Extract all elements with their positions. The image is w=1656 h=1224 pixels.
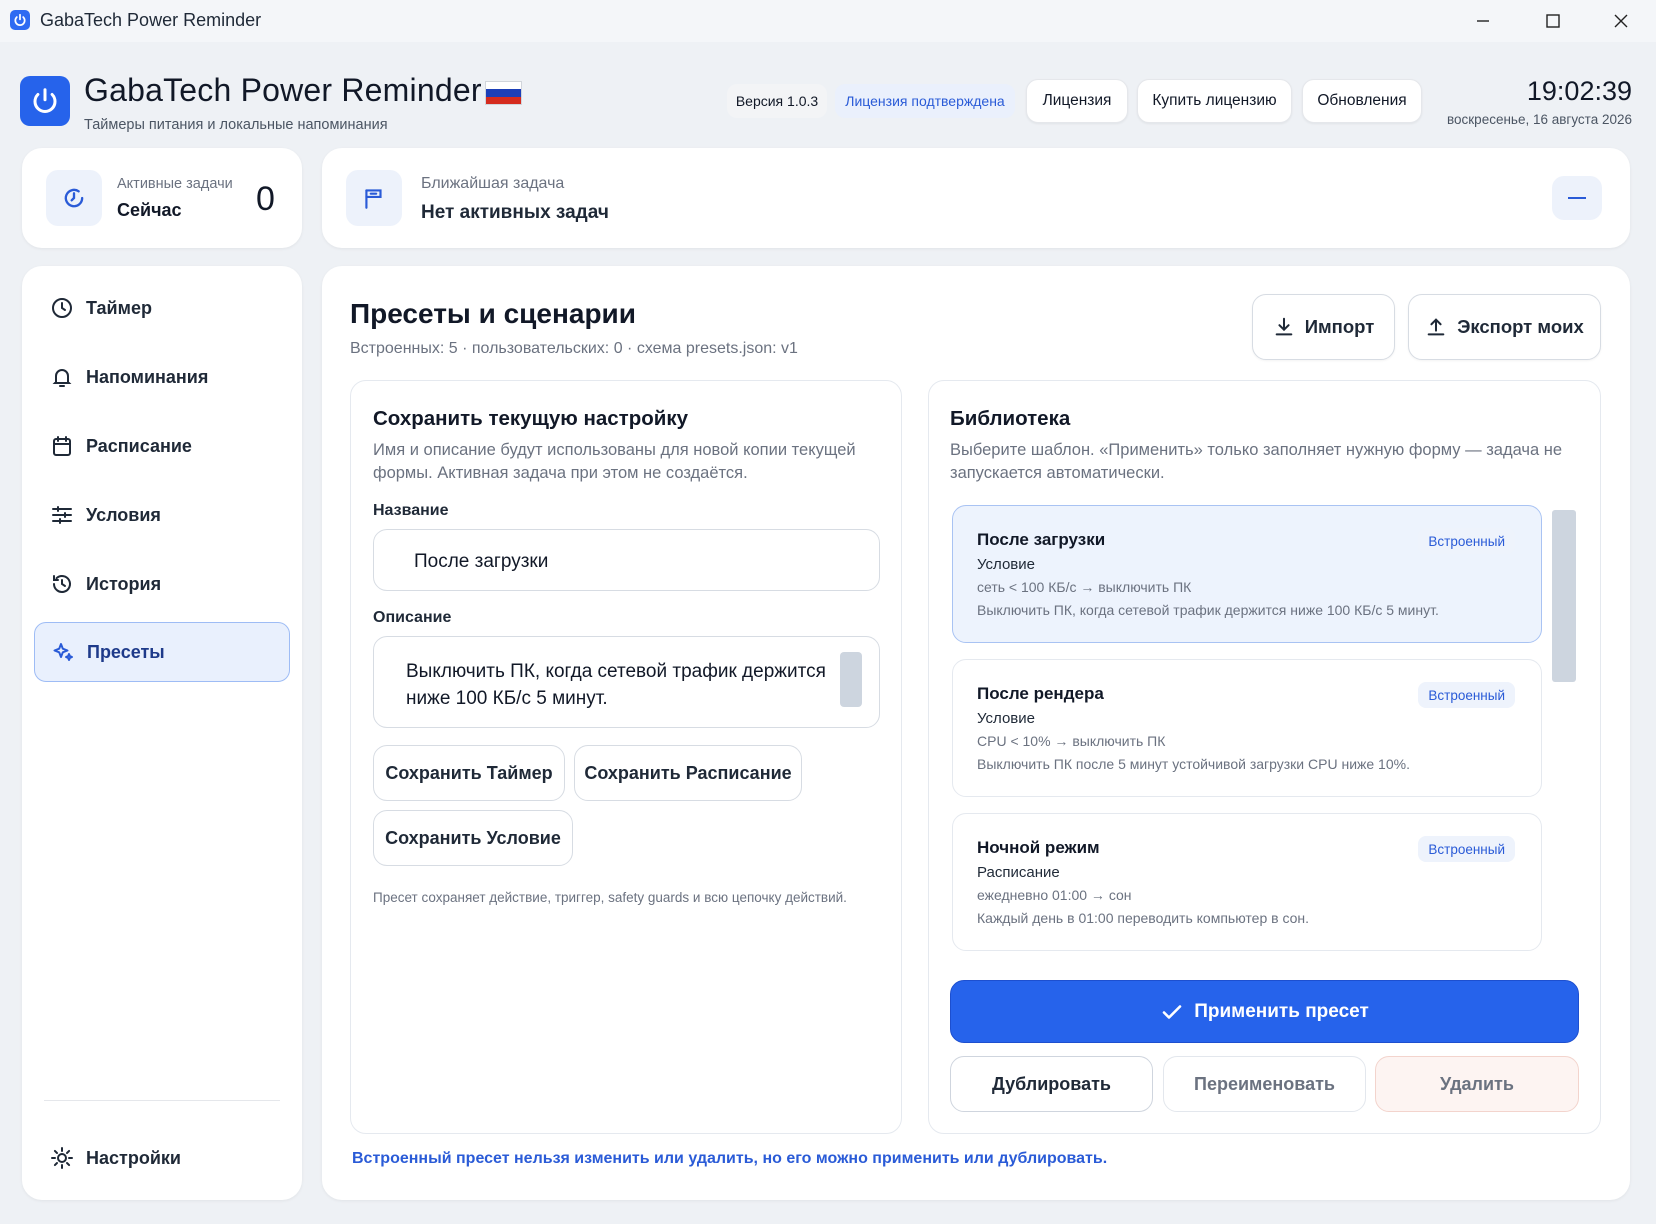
close-button[interactable] [1586, 0, 1656, 42]
sidebar-divider [44, 1100, 280, 1101]
preset-desc: Каждый день в 01:00 переводить компьютер… [977, 910, 1310, 926]
updates-button[interactable]: Обновления [1302, 79, 1422, 123]
upload-icon [1427, 318, 1445, 336]
buy-license-button[interactable]: Купить лицензию [1137, 79, 1292, 123]
name-label: Название [373, 502, 449, 519]
preset-card[interactable]: После рендера Условие CPU < 10% → выключ… [952, 659, 1542, 797]
license-status-badge: Лицензия подтверждена [835, 84, 1015, 118]
clock: 19:02:39 [1526, 76, 1632, 106]
save-note: Пресет сохраняет действие, триггер, safe… [373, 890, 847, 905]
rename-button[interactable]: Переименовать [1163, 1056, 1366, 1112]
save-timer-button[interactable]: Сохранить Таймер [373, 745, 565, 801]
calendar-icon [53, 436, 71, 456]
app-title: GabaTech Power Reminder [84, 72, 482, 108]
timer-icon [46, 170, 102, 226]
sidebar-item-presets[interactable]: Пресеты [34, 622, 290, 682]
next-task-value: Нет активных задач [421, 202, 609, 223]
active-tasks-label: Активные задачи [117, 176, 233, 192]
builtin-badge: Встроенный [1418, 836, 1515, 862]
import-button[interactable]: Импорт [1252, 294, 1395, 360]
gear-icon [51, 1147, 73, 1169]
library-title: Библиотека [950, 407, 1071, 430]
sidebar: Таймер Напоминания Расписание Условия Ис… [22, 266, 302, 1200]
sidebar-item-conditions[interactable]: Условия [34, 485, 290, 545]
sidebar-item-label: Таймер [86, 297, 152, 318]
sidebar-item-label: Расписание [86, 435, 192, 456]
flag-icon [346, 170, 402, 226]
import-label: Импорт [1304, 316, 1375, 337]
active-tasks-card: Активные задачи Сейчас 0 [22, 148, 302, 248]
sidebar-item-label: Пресеты [87, 641, 165, 662]
description-textarea[interactable]: Выключить ПК, когда сетевой трафик держи… [373, 636, 880, 728]
apply-preset-label: Применить пресет [1194, 1000, 1369, 1022]
name-input[interactable]: После загрузки [373, 529, 880, 591]
builtin-badge: Встроенный [1418, 528, 1515, 554]
preset-kind: Расписание [977, 864, 1060, 881]
preset-desc: Выключить ПК, когда сетевой трафик держи… [977, 602, 1439, 618]
minimize-button[interactable] [1448, 0, 1518, 42]
next-task-label: Ближайшая задача [421, 175, 565, 192]
next-task-card: Ближайшая задача Нет активных задач [322, 148, 1630, 248]
preset-card[interactable]: Ночной режим Расписание ежедневно 01:00 … [952, 813, 1542, 951]
builtin-footnote: Встроенный пресет нельзя изменить или уд… [352, 1150, 1108, 1167]
active-tasks-count: 0 [256, 180, 275, 218]
sidebar-item-label: Условия [86, 504, 161, 525]
sidebar-item-label: Настройки [86, 1147, 181, 1168]
library-desc: Выберите шаблон. «Применить» только запо… [950, 441, 1563, 482]
sidebar-item-reminders[interactable]: Напоминания [34, 347, 290, 407]
license-button[interactable]: Лицензия [1026, 79, 1128, 123]
save-panel-title: Сохранить текущую настройку [373, 407, 688, 430]
maximize-button[interactable] [1518, 0, 1588, 42]
apply-preset-button[interactable]: Применить пресет [950, 980, 1579, 1043]
preset-desc: Выключить ПК после 5 минут устойчивой за… [977, 756, 1410, 772]
preset-kind: Условие [977, 556, 1035, 573]
app-logo [20, 76, 70, 126]
preset-name: Ночной режим [977, 838, 1100, 857]
save-panel-desc: Имя и описание будут использованы для но… [373, 441, 856, 482]
textarea-scrollbar[interactable] [840, 652, 862, 707]
delete-button[interactable]: Удалить [1375, 1056, 1579, 1112]
collapse-button[interactable] [1552, 176, 1602, 220]
duplicate-button[interactable]: Дублировать [950, 1056, 1153, 1112]
page-title: Пресеты и сценарии [350, 298, 636, 329]
download-icon [1275, 317, 1293, 336]
description-label: Описание [373, 609, 452, 626]
active-tasks-sub: Сейчас [117, 200, 182, 220]
library-scrollbar[interactable] [1552, 510, 1576, 682]
preset-rule: CPU < 10% → выключить ПК [977, 733, 1166, 749]
check-icon [1162, 1004, 1182, 1019]
version-badge: Версия 1.0.3 [727, 84, 827, 118]
sidebar-item-label: Напоминания [86, 366, 209, 387]
app-icon [10, 10, 30, 30]
export-label: Экспорт моих [1457, 316, 1584, 337]
title-bar: GabaTech Power Reminder [0, 0, 1656, 42]
app-subtitle: Таймеры питания и локальные напоминания [84, 117, 388, 133]
history-icon [53, 575, 71, 593]
preset-rule: ежедневно 01:00 → сон [977, 887, 1132, 903]
preset-name: После рендера [977, 684, 1104, 703]
sidebar-item-history[interactable]: История [34, 554, 290, 614]
page-subtitle: Встроенных: 5 · пользовательских: 0 · сх… [350, 340, 798, 357]
russian-flag-icon[interactable] [485, 81, 522, 105]
sidebar-item-settings[interactable]: Настройки [34, 1128, 290, 1188]
sidebar-item-timer[interactable]: Таймер [34, 278, 290, 338]
preset-card[interactable]: После загрузки Условие сеть < 100 КБ/с →… [952, 505, 1542, 643]
date: воскресенье, 16 августа 2026 [1447, 112, 1632, 127]
builtin-badge: Встроенный [1418, 682, 1515, 708]
save-schedule-button[interactable]: Сохранить Расписание [574, 745, 802, 801]
sidebar-item-schedule[interactable]: Расписание [34, 416, 290, 476]
preset-kind: Условие [977, 710, 1035, 727]
clock-icon [52, 298, 72, 318]
preset-rule: сеть < 100 КБ/с → выключить ПК [977, 579, 1192, 595]
export-button[interactable]: Экспорт моих [1408, 294, 1601, 360]
preset-name: После загрузки [977, 530, 1106, 549]
sparkles-icon [53, 643, 73, 661]
sidebar-item-label: История [86, 573, 162, 594]
bell-icon [52, 369, 72, 387]
sliders-icon [52, 506, 72, 524]
save-condition-button[interactable]: Сохранить Условие [373, 810, 573, 866]
description-text: Выключить ПК, когда сетевой трафик держи… [406, 661, 826, 709]
window-title: GabaTech Power Reminder [40, 10, 262, 30]
